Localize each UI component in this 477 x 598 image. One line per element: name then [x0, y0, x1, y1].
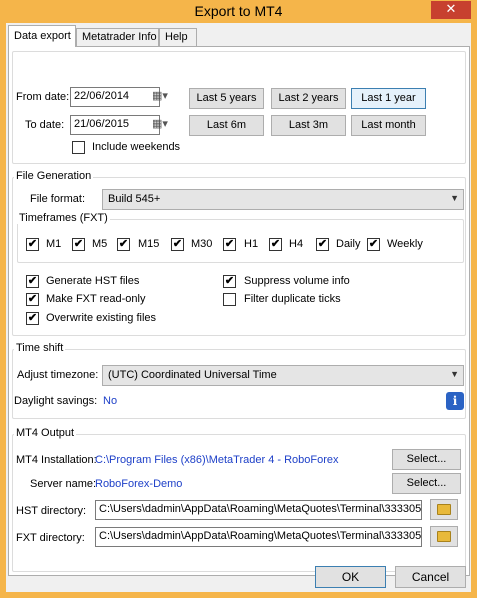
timeframe-checkbox-m1[interactable]: ✔	[26, 238, 39, 251]
ok-button[interactable]: OK	[315, 566, 386, 588]
timeframe-checkbox-m5[interactable]: ✔	[72, 238, 85, 251]
include-weekends-checkbox[interactable]	[72, 141, 85, 154]
fxt-readonly-checkbox[interactable]: ✔	[26, 293, 39, 306]
close-button[interactable]: ✕	[431, 1, 471, 19]
timeframe-checkbox-weekly[interactable]: ✔	[367, 238, 380, 251]
timezone-label: Adjust timezone:	[17, 369, 99, 381]
server-name-label: Server name:	[30, 478, 97, 490]
file-format-select[interactable]: Build 545+ ▼	[102, 189, 464, 210]
filter-duplicates-checkbox[interactable]	[223, 293, 236, 306]
fxt-directory-label: FXT directory:	[16, 532, 85, 544]
data-export-panel: From date: 22/06/2014 ▦▾ To date: 21/06/…	[8, 46, 470, 576]
fxt-readonly-label: Make FXT read-only	[46, 293, 146, 305]
info-icon[interactable]: i	[446, 392, 464, 410]
chevron-down-icon: ▼	[450, 369, 459, 379]
chevron-down-icon: ▼	[450, 193, 459, 203]
server-name-value[interactable]: RoboForex-Demo	[95, 478, 182, 490]
timeframe-checkbox-m30[interactable]: ✔	[171, 238, 184, 251]
suppress-volume-label: Suppress volume info	[244, 275, 350, 287]
timeframe-label: Weekly	[387, 238, 423, 250]
tab-metatrader-info[interactable]: Metatrader Info	[76, 28, 159, 47]
filter-duplicates-label: Filter duplicate ticks	[244, 293, 341, 305]
daylight-savings-value[interactable]: No	[103, 395, 117, 407]
timeframe-label: H1	[244, 238, 259, 250]
generate-hst-label: Generate HST files	[46, 275, 140, 287]
last-2-years-button[interactable]: Last 2 years	[271, 88, 346, 109]
title-bar: Export to MT4 ✕	[0, 0, 477, 23]
timeframe-label: Daily	[336, 238, 361, 250]
calendar-icon[interactable]: ▦▾	[152, 89, 168, 102]
fxt-browse-button[interactable]	[430, 526, 458, 547]
from-date-input[interactable]: 22/06/2014	[70, 87, 160, 107]
last-1-year-button[interactable]: Last 1 year	[351, 88, 426, 109]
last-month-button[interactable]: Last month	[351, 115, 426, 136]
last-3m-button[interactable]: Last 3m	[271, 115, 346, 136]
hst-directory-label: HST directory:	[16, 505, 87, 517]
dialog-client: Data export Metatrader Info Help From da…	[6, 23, 471, 592]
tab-help[interactable]: Help	[159, 28, 197, 47]
timeframe-checkbox-h1[interactable]: ✔	[223, 238, 236, 251]
timeframe-label: M1	[46, 238, 62, 250]
fxt-directory-input[interactable]: C:\Users\dadmin\AppData\Roaming\MetaQuot…	[95, 527, 422, 547]
overwrite-label: Overwrite existing files	[46, 312, 157, 324]
timeframe-label: M5	[92, 238, 108, 250]
timeframes-heading: Timeframes (FXT)	[17, 212, 110, 224]
timeframe-label: M30	[191, 238, 213, 250]
generate-hst-checkbox[interactable]: ✔	[26, 275, 39, 288]
overwrite-checkbox[interactable]: ✔	[26, 312, 39, 325]
timeframe-label: H4	[289, 238, 304, 250]
calendar-icon[interactable]: ▦▾	[152, 117, 168, 130]
window-title: Export to MT4	[194, 3, 283, 19]
timeframe-label: M15	[138, 238, 160, 250]
mt4-installation-value[interactable]: C:\Program Files (x86)\MetaTrader 4 - Ro…	[95, 454, 339, 466]
folder-icon	[437, 504, 451, 515]
timeframe-checkbox-m15[interactable]: ✔	[117, 238, 130, 251]
close-icon: ✕	[445, 2, 457, 17]
tab-data-export[interactable]: Data export	[8, 25, 76, 47]
daylight-savings-label: Daylight savings:	[14, 395, 98, 407]
time-shift-heading: Time shift	[14, 342, 66, 354]
hst-directory-input[interactable]: C:\Users\dadmin\AppData\Roaming\MetaQuot…	[95, 500, 422, 520]
timeframe-checkbox-daily[interactable]: ✔	[316, 238, 329, 251]
file-generation-heading: File Generation	[14, 170, 94, 182]
select-installation-button[interactable]: Select...	[392, 449, 461, 470]
select-server-button[interactable]: Select...	[392, 473, 461, 494]
suppress-volume-checkbox[interactable]: ✔	[223, 275, 236, 288]
hst-browse-button[interactable]	[430, 499, 458, 520]
export-window: Export to MT4 ✕ Data export Metatrader I…	[0, 0, 477, 598]
cancel-button[interactable]: Cancel	[395, 566, 466, 588]
timeframe-checkbox-h4[interactable]: ✔	[269, 238, 282, 251]
to-date-input[interactable]: 21/06/2015	[70, 115, 160, 135]
timezone-select[interactable]: (UTC) Coordinated Universal Time ▼	[102, 365, 464, 386]
folder-icon	[437, 531, 451, 542]
last-5-years-button[interactable]: Last 5 years	[189, 88, 264, 109]
last-6m-button[interactable]: Last 6m	[189, 115, 264, 136]
from-date-label: From date:	[16, 91, 70, 103]
include-weekends-label: Include weekends	[92, 141, 181, 153]
mt4-installation-label: MT4 Installation:	[16, 454, 97, 466]
file-format-label: File format:	[30, 193, 86, 205]
mt4-output-heading: MT4 Output	[14, 427, 77, 439]
to-date-label: To date:	[25, 119, 65, 131]
